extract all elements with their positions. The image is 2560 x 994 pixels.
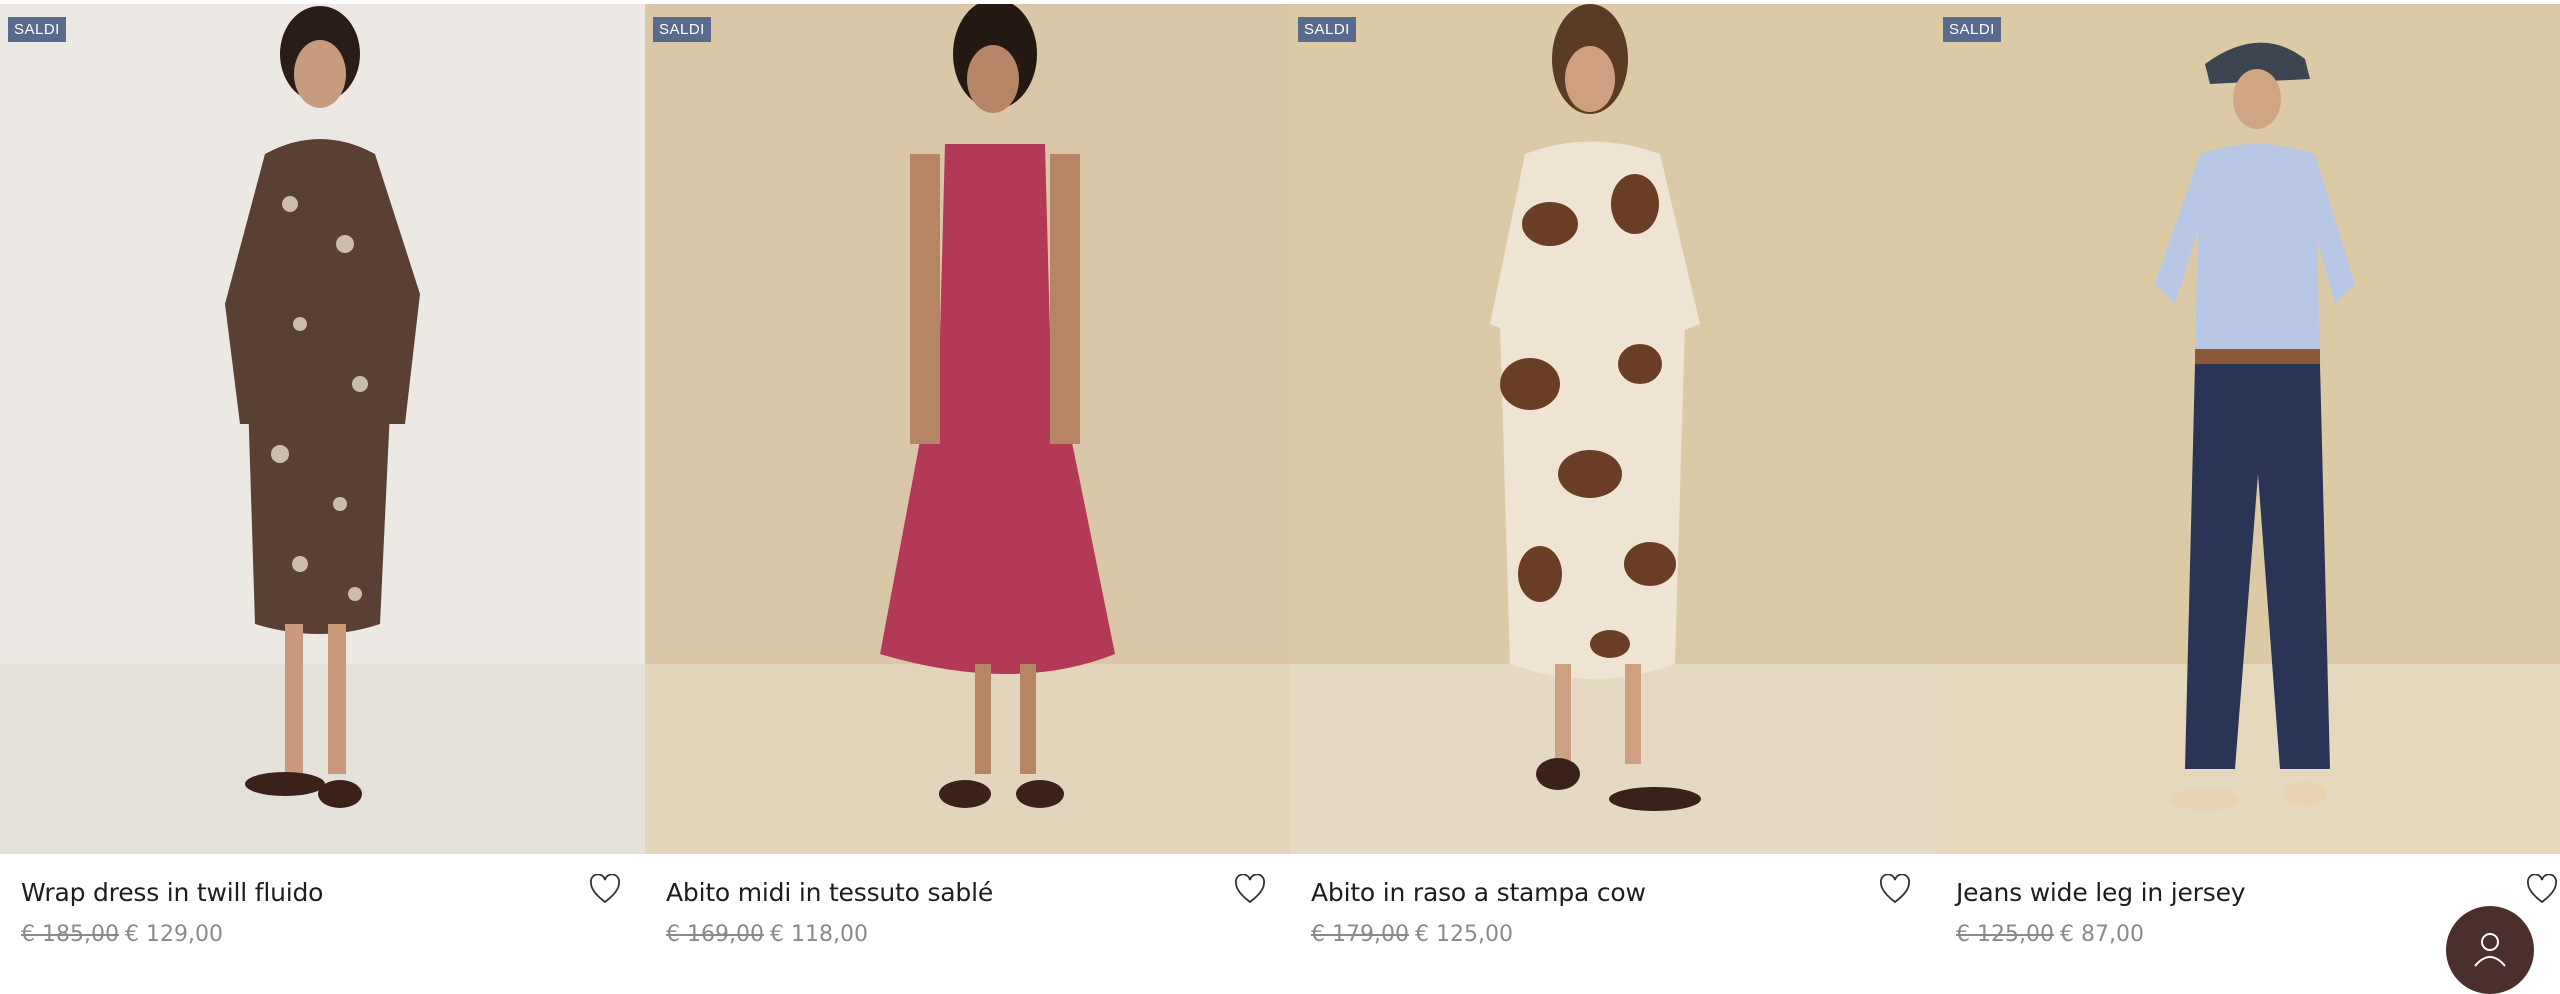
sale-price: € 125,00 [1414, 922, 1513, 947]
original-price: € 169,00 [666, 922, 764, 947]
product-image[interactable]: SALDI [0, 4, 645, 854]
product-info: Abito in raso a stampa cow € 179,00 € 125… [1290, 854, 1935, 961]
product-title[interactable]: Jeans wide leg in jersey [1956, 878, 2246, 907]
product-card[interactable]: SALDI Abito midi in tessuto sablé € 169,… [645, 0, 1290, 961]
product-title[interactable]: Abito midi in tessuto sablé [666, 878, 993, 907]
sale-price: € 129,00 [124, 922, 223, 947]
product-title[interactable]: Abito in raso a stampa cow [1311, 878, 1646, 907]
user-icon [2474, 933, 2506, 967]
sale-badge: SALDI [653, 17, 711, 42]
product-image[interactable]: SALDI [1290, 4, 1935, 854]
sale-badge: SALDI [8, 17, 66, 42]
sale-price: € 118,00 [769, 922, 868, 947]
product-title[interactable]: Wrap dress in twill fluido [21, 878, 323, 907]
product-card[interactable]: SALDI Wrap dress in twill fluido € 185,0… [0, 0, 645, 961]
wishlist-heart-icon[interactable] [1234, 873, 1266, 904]
product-info: Wrap dress in twill fluido € 185,00 € 129… [0, 854, 645, 961]
sale-badge: SALDI [1943, 17, 2001, 42]
original-price: € 179,00 [1311, 922, 1409, 947]
wishlist-heart-icon[interactable] [1879, 873, 1911, 904]
chat-launcher-button[interactable] [2446, 906, 2534, 994]
original-price: € 125,00 [1956, 922, 2054, 947]
wishlist-heart-icon[interactable] [589, 873, 621, 904]
product-photo-cow-print-dress [1290, 4, 1935, 854]
product-info: Abito midi in tessuto sablé € 169,00 € 11… [645, 854, 1290, 961]
product-photo-midi-dress [645, 4, 1290, 854]
product-image[interactable]: SALDI [1935, 4, 2560, 854]
price-row: € 185,00 € 129,00 [21, 922, 223, 947]
product-image[interactable]: SALDI [645, 4, 1290, 854]
price-row: € 169,00 € 118,00 [666, 922, 868, 947]
price-row: € 179,00 € 125,00 [1311, 922, 1513, 947]
product-card[interactable]: SALDI Jeans wide leg in jersey € 125,00 €… [1935, 0, 2560, 961]
original-price: € 185,00 [21, 922, 119, 947]
product-grid: SALDI Wrap dress in twill fluido € 185,0… [0, 0, 2560, 961]
sale-price: € 87,00 [2059, 922, 2144, 947]
product-photo-wide-leg-jeans [1935, 4, 2560, 854]
sale-badge: SALDI [1298, 17, 1356, 42]
product-photo-wrap-dress [0, 4, 645, 854]
wishlist-heart-icon[interactable] [2526, 873, 2558, 904]
product-card[interactable]: SALDI Abito in raso a stampa cow € 179,0… [1290, 0, 1935, 961]
price-row: € 125,00 € 87,00 [1956, 922, 2144, 947]
